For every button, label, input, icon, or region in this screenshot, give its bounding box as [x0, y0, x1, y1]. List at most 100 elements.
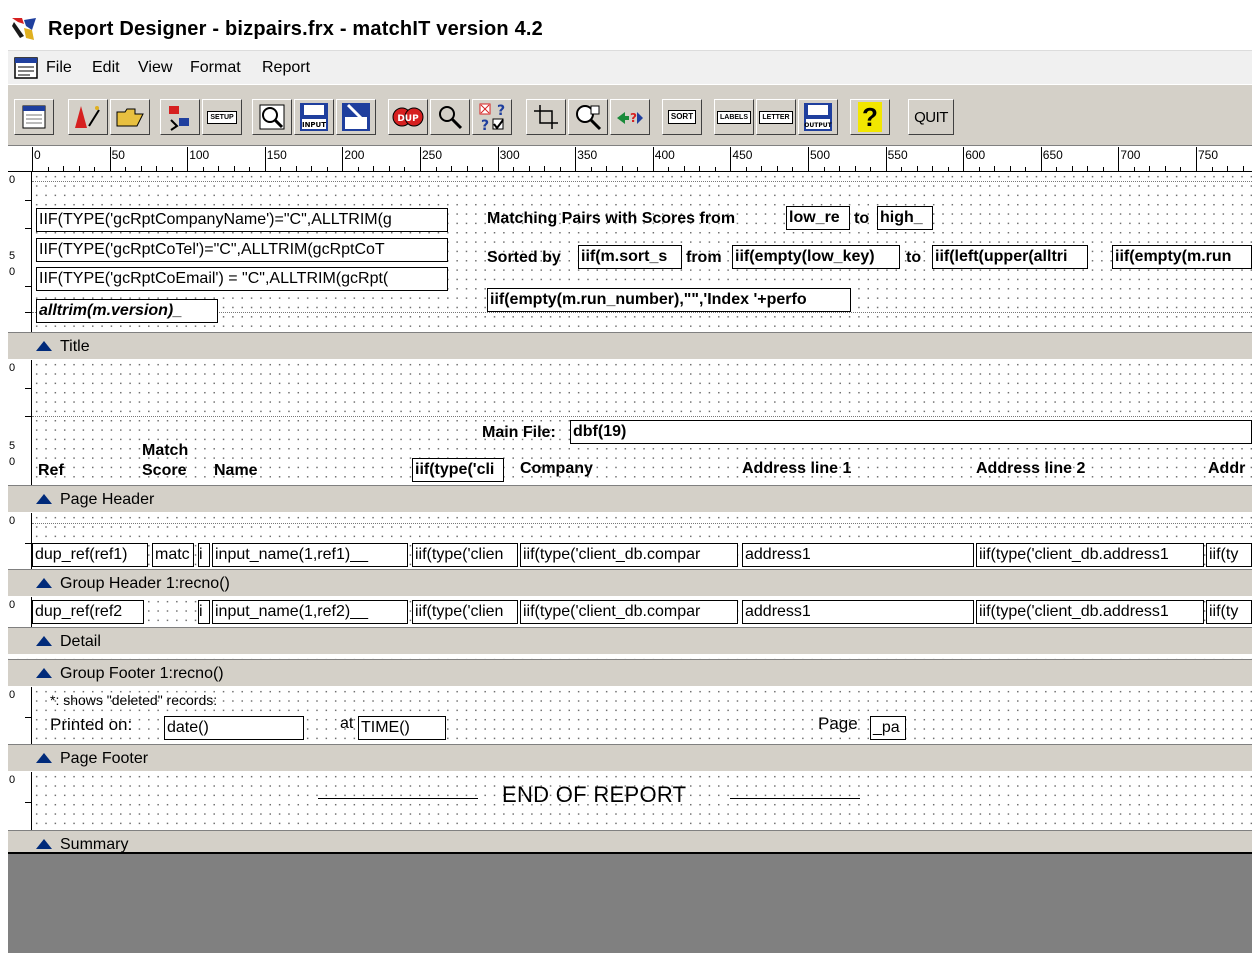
- preview-button[interactable]: [568, 99, 608, 135]
- version-field[interactable]: alltrim(m.version)_: [36, 299, 218, 323]
- index-field[interactable]: iif(empty(m.run_number),"",'Index '+perf…: [487, 288, 851, 312]
- detail-band-bar[interactable]: Detail: [8, 627, 1252, 655]
- find-button[interactable]: [430, 99, 470, 135]
- ruler-tick: [792, 167, 794, 171]
- page-footer-band-bar[interactable]: Page Footer: [8, 744, 1252, 772]
- dup-ref2-field[interactable]: dup_ref(ref2: [32, 600, 144, 624]
- date-field[interactable]: date(): [164, 716, 304, 740]
- dedupe-button[interactable]: DUP: [388, 99, 428, 135]
- page-label: Page: [818, 714, 858, 733]
- setup-button[interactable]: SETUP: [202, 99, 242, 135]
- col-address3-label: Addr: [1208, 460, 1246, 477]
- low-range-field[interactable]: low_re: [786, 206, 850, 230]
- vruler-ph-zero-2: 0: [9, 456, 16, 468]
- dup-ref1-field[interactable]: dup_ref(ref1): [32, 543, 148, 567]
- menu-report[interactable]: Report: [262, 59, 310, 77]
- ruler-tick: [575, 147, 577, 171]
- col-address1-label: Address line 1: [742, 460, 852, 477]
- import-button[interactable]: [336, 99, 376, 135]
- zoom-page-button[interactable]: [252, 99, 292, 135]
- deleted-flag-field[interactable]: i: [198, 543, 210, 567]
- ruler-tick: [311, 166, 313, 171]
- detail-address2-field[interactable]: iif(type('client_db.address1: [976, 600, 1204, 624]
- to-label-2: to: [906, 249, 922, 266]
- wizard-button[interactable]: [68, 99, 108, 135]
- ruler-tick: [606, 166, 608, 171]
- ruler-tick: [1133, 167, 1135, 171]
- main-file-field[interactable]: dbf(19): [570, 420, 1252, 444]
- ruler-tick: [621, 166, 623, 171]
- ruler-tick: [854, 166, 856, 171]
- col-type-field[interactable]: iif(type('cli: [412, 458, 504, 482]
- svg-text:DUP: DUP: [397, 114, 419, 124]
- detail-company-client-field[interactable]: iif(type('client_db.compar: [520, 600, 738, 624]
- query-button[interactable]: ? ?: [472, 99, 512, 135]
- from-label: from: [686, 249, 722, 266]
- vruler-gh-zero: 0: [9, 515, 16, 527]
- match-score-field[interactable]: matc: [152, 543, 194, 567]
- summary-band-label: Summary: [60, 836, 129, 852]
- menu-format[interactable]: Format: [190, 59, 241, 77]
- vertical-ruler-pf: 0: [8, 687, 32, 744]
- ruler-label: 350: [577, 148, 598, 162]
- group-header-band-bar[interactable]: Group Header 1:recno(): [8, 569, 1252, 597]
- ruler-tick: [47, 167, 49, 171]
- high-key-field[interactable]: iif(left(upper(alltri: [932, 245, 1088, 269]
- low-key-field[interactable]: iif(empty(low_key): [732, 245, 900, 269]
- setup-label: SETUP: [207, 110, 237, 124]
- detail-address3-field[interactable]: iif(ty: [1206, 600, 1252, 624]
- crop-button[interactable]: [526, 99, 566, 135]
- address1-field[interactable]: address1: [742, 543, 974, 567]
- menu-file[interactable]: File: [46, 59, 72, 77]
- address3-field[interactable]: iif(ty: [1206, 543, 1252, 567]
- type-client-field[interactable]: iif(type('clien: [412, 543, 518, 567]
- ruler-tick: [497, 147, 499, 171]
- title-band-bar[interactable]: Title: [8, 332, 1252, 360]
- sort-button[interactable]: SORT: [662, 99, 702, 135]
- menu-edit[interactable]: Edit: [92, 59, 120, 77]
- input-name2-field[interactable]: input_name(1,ref2)__: [212, 600, 408, 624]
- col-score-label: Score: [142, 462, 187, 479]
- ruler-tick: [326, 167, 328, 171]
- input-name1-field[interactable]: input_name(1,ref1)__: [212, 543, 408, 567]
- sort-field[interactable]: iif(m.sort_s: [578, 245, 682, 269]
- ruler-label: 650: [1042, 148, 1063, 162]
- company-name-field[interactable]: IIF(TYPE('gcRptCompanyName')="C",ALLTRIM…: [36, 208, 448, 232]
- company-email-field[interactable]: IIF(TYPE('gcRptCoEmail') = "C",ALLTRIM(g…: [36, 267, 448, 291]
- labels-button[interactable]: LABELS: [714, 99, 754, 135]
- ruler-tick: [435, 167, 437, 171]
- open-button[interactable]: [110, 99, 150, 135]
- ruler-label: 500: [810, 148, 831, 162]
- summary-band-bar[interactable]: Summary: [8, 830, 1252, 852]
- quit-button[interactable]: QUIT: [908, 99, 954, 135]
- window-title: Report Designer - bizpairs.frx - matchIT…: [48, 18, 543, 40]
- detail-type-client-field[interactable]: iif(type('clien: [412, 600, 518, 624]
- company-tel-field[interactable]: IIF(TYPE('gcRptCoTel')="C",ALLTRIM(gcRpt…: [36, 238, 448, 262]
- menu-view[interactable]: View: [138, 59, 172, 77]
- ruler-tick: [637, 167, 639, 171]
- group-footer-band-bar[interactable]: Group Footer 1:recno(): [8, 659, 1252, 687]
- join-button[interactable]: [160, 99, 200, 135]
- document-icon[interactable]: [14, 57, 38, 79]
- new-report-button[interactable]: [14, 99, 54, 135]
- detail-address1-field[interactable]: address1: [742, 600, 974, 624]
- ruler-tick: [823, 167, 825, 171]
- address2-field[interactable]: iif(type('client_db.address1: [976, 543, 1204, 567]
- ruler-tick: [451, 166, 453, 171]
- ruler-tick: [187, 147, 189, 171]
- main-file-label: Main File:: [482, 424, 556, 441]
- page-header-band-bar[interactable]: Page Header: [8, 485, 1252, 513]
- company-client-field[interactable]: iif(type('client_db.compar: [520, 543, 738, 567]
- ruler-tick: [342, 147, 344, 171]
- time-field[interactable]: TIME(): [358, 716, 446, 740]
- input-button[interactable]: INPUT: [294, 99, 334, 135]
- ruler-tick: [171, 167, 173, 171]
- help-query-button[interactable]: ?: [610, 99, 650, 135]
- run-field[interactable]: iif(empty(m.run: [1112, 245, 1252, 269]
- page-number-field[interactable]: _pa: [870, 716, 906, 740]
- output-button[interactable]: OUTPUT: [798, 99, 838, 135]
- detail-deleted-flag-field[interactable]: i: [198, 600, 210, 624]
- letter-button[interactable]: LETTER: [756, 99, 796, 135]
- help-button[interactable]: ?: [850, 99, 890, 135]
- high-range-field[interactable]: high_: [877, 206, 933, 230]
